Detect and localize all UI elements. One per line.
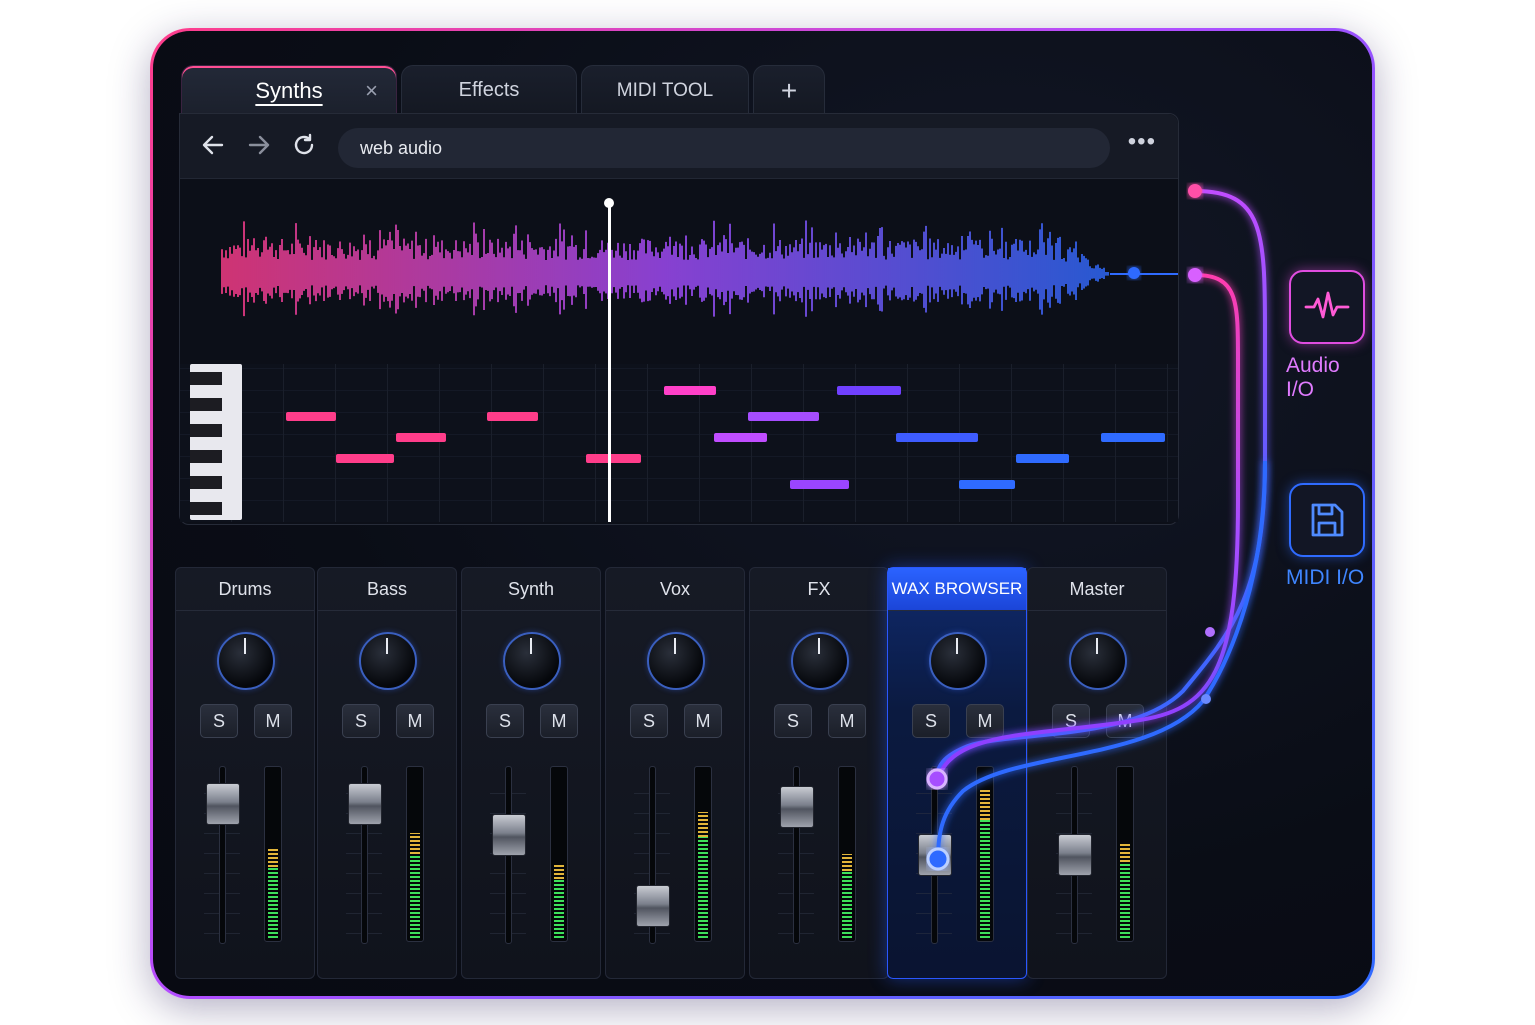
- cable-jack[interactable]: [1188, 268, 1202, 282]
- cable-plug[interactable]: [926, 847, 950, 871]
- cable-node: [1205, 627, 1215, 637]
- waveform-icon: [1304, 291, 1350, 319]
- waveform-end-handle[interactable]: [1128, 267, 1140, 279]
- patch-cables: [926, 184, 1267, 871]
- app-window: Synths × Effects MIDI TOOL + web audio •…: [153, 31, 1372, 996]
- audio-io-button[interactable]: [1289, 270, 1365, 344]
- cable-jack[interactable]: [1188, 184, 1202, 198]
- midi-io-label: MIDI I/O: [1286, 566, 1365, 589]
- audio-io-label: Audio I/O: [1286, 354, 1340, 401]
- floppy-disk-icon: [1311, 503, 1344, 537]
- app-frame: Synths × Effects MIDI TOOL + web audio •…: [150, 28, 1375, 999]
- midi-io-button[interactable]: [1289, 483, 1365, 557]
- midi-cable[interactable]: [936, 273, 1240, 780]
- cable-node: [1201, 694, 1211, 704]
- wax-browser-cable[interactable]: [936, 460, 1267, 860]
- cable-plug[interactable]: [926, 768, 948, 790]
